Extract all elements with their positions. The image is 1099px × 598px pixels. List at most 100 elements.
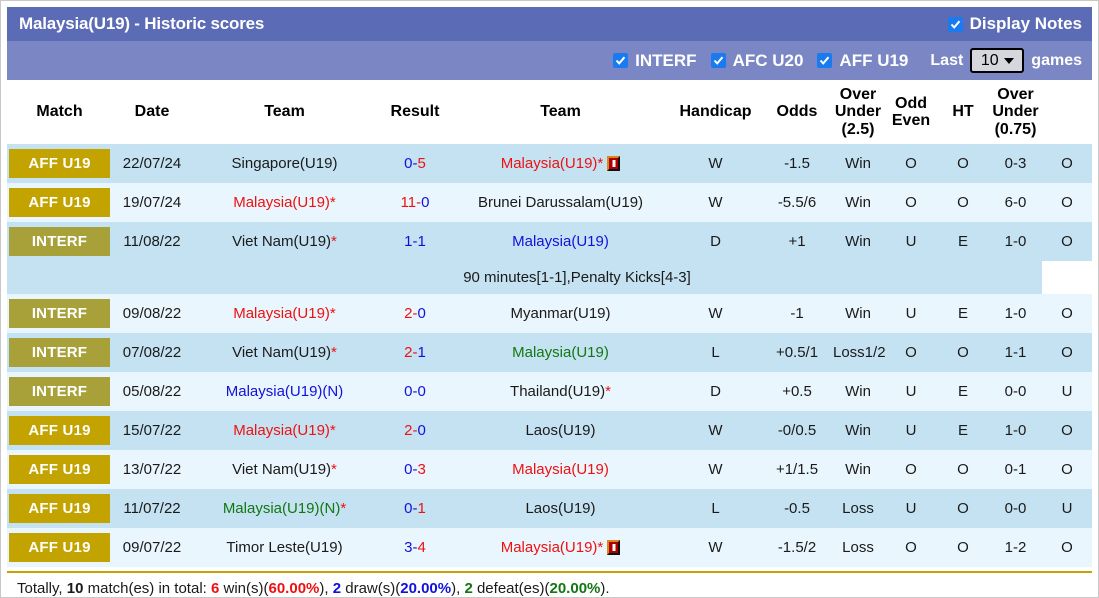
home-team-cell[interactable]: Malaysia(U19)(N) (192, 371, 377, 411)
competition-badge: AFF U19 (9, 148, 110, 178)
match-odds: Win (831, 293, 885, 333)
table-row[interactable]: INTERF 11/08/22 Viet Nam(U19)* 1-1 Malaysia(… (7, 221, 1092, 261)
home-team-cell[interactable]: Malaysia(U19)* (192, 410, 377, 450)
match-competition-cell: INTERF (7, 221, 112, 261)
match-competition-cell: AFF U19 (7, 410, 112, 450)
away-team-name: Malaysia(U19) (512, 232, 609, 250)
match-handicap: -5.5/6 (763, 182, 831, 222)
table-row[interactable]: AFF U19 09/07/22 Timor Leste(U19) 3-4 Malays… (7, 527, 1092, 567)
score-home: 0 (404, 154, 413, 172)
match-odds: Win (831, 143, 885, 183)
checkbox-icon[interactable] (817, 53, 833, 68)
col-header-handicap[interactable]: Handicap (668, 80, 763, 144)
away-team-cell[interactable]: Malaysia(U19) (453, 332, 668, 372)
games-label: games (1031, 51, 1082, 69)
home-team-name: Malaysia(U19)(N) (222, 499, 341, 517)
over-under-075: U (1042, 488, 1092, 528)
col-header-odd-even[interactable]: Odd Even (885, 80, 937, 144)
s1-prefix: Totally, (17, 579, 67, 597)
away-team-cell[interactable]: Laos(U19) (453, 488, 668, 528)
away-team-cell[interactable]: Malaysia(U19) (453, 221, 668, 261)
match-odds: Win (831, 371, 885, 411)
match-handicap: -1 (763, 293, 831, 333)
ou075-line3: (0.75) (994, 120, 1037, 138)
match-score-cell: 2-1 (377, 332, 453, 372)
match-odds: Win (831, 182, 885, 222)
match-score-cell: 11-0 (377, 182, 453, 222)
checkbox-icon[interactable] (947, 16, 963, 32)
checkbox-icon[interactable] (710, 53, 726, 68)
table-row[interactable]: AFF U19 19/07/24 Malaysia(U19)* 11-0 Brunei … (7, 182, 1092, 222)
home-star-icon: * (340, 499, 347, 517)
ou25-line2: Under (834, 103, 882, 121)
away-team-cell[interactable]: Malaysia(U19) (453, 449, 668, 489)
over-under-075: O (1042, 410, 1092, 450)
panel-header: Malaysia(U19) - Historic scores Display … (7, 7, 1092, 80)
table-row[interactable]: INTERF 07/08/22 Viet Nam(U19)* 2-1 Malaysia(… (7, 332, 1092, 372)
home-team-cell[interactable]: Timor Leste(U19) (192, 527, 377, 567)
match-note-row: 90 minutes[1-1],Penalty Kicks[4-3] (7, 260, 1092, 294)
last-games-select[interactable]: 10 (970, 48, 1025, 73)
match-date: 13/07/22 (112, 449, 192, 489)
display-notes-toggle[interactable]: Display Notes (947, 14, 1082, 34)
col-header-over-under-075[interactable]: Over Under (0.75) (989, 80, 1042, 144)
away-team-cell[interactable]: Malaysia(U19)* (453, 143, 668, 183)
away-team-cell[interactable]: Malaysia(U19)* (453, 527, 668, 567)
score-home: 11 (400, 193, 417, 211)
col-header-date[interactable]: Date (112, 80, 192, 144)
half-time-score: 1-0 (989, 410, 1042, 450)
home-team-cell[interactable]: Viet Nam(U19)* (192, 449, 377, 489)
score-away: 1 (417, 499, 426, 517)
col-header-match[interactable]: Match (7, 80, 112, 144)
filter-bar: INTERF AFC U20 AFF U19 Last 10 games (7, 41, 1092, 80)
col-header-over-under-25[interactable]: Over Under (2.5) (831, 80, 885, 144)
home-team-cell[interactable]: Malaysia(U19)* (192, 182, 377, 222)
col-header-odds[interactable]: Odds (763, 80, 831, 144)
col-header-result[interactable]: Result (377, 80, 453, 144)
match-date: 07/08/22 (112, 332, 192, 372)
home-team-cell[interactable]: Malaysia(U19)* (192, 293, 377, 333)
score-away: 5 (417, 154, 426, 172)
table-row[interactable]: INTERF 05/08/22 Malaysia(U19)(N) 0-0 Thailan… (7, 371, 1092, 411)
filter-afc-u20[interactable]: AFC U20 (710, 51, 803, 71)
match-score-cell: 0-1 (377, 488, 453, 528)
home-team-cell[interactable]: Viet Nam(U19)* (192, 332, 377, 372)
filter-interf[interactable]: INTERF (613, 51, 697, 71)
match-result-wdl: W (668, 293, 763, 333)
table-row[interactable]: INTERF 09/08/22 Malaysia(U19)* 2-0 Myanmar(U… (7, 293, 1092, 333)
match-competition-cell: AFF U19 (7, 488, 112, 528)
s1-draws-text: draw(s)( (341, 579, 401, 597)
note-badge-blank (7, 260, 112, 294)
col-header-team-home[interactable]: Team (192, 80, 377, 144)
table-row[interactable]: AFF U19 11/07/22 Malaysia(U19)(N)* 0-1 Laos(… (7, 488, 1092, 528)
table-row[interactable]: AFF U19 13/07/22 Viet Nam(U19)* 0-3 Malaysia… (7, 449, 1092, 489)
checkbox-icon[interactable] (613, 53, 629, 68)
away-team-cell[interactable]: Thailand(U19)* (453, 371, 668, 411)
home-team-cell[interactable]: Malaysia(U19)(N)* (192, 488, 377, 528)
home-team-cell[interactable]: Singapore(U19) (192, 143, 377, 183)
summary-section: Totally, 10 match(es) in total: 6 win(s)… (7, 570, 1092, 597)
table-row[interactable]: AFF U19 15/07/22 Malaysia(U19)* 2-0 Laos(U19… (7, 410, 1092, 450)
filter-aff-u19[interactable]: AFF U19 (817, 51, 908, 71)
match-result-wdl: D (668, 221, 763, 261)
away-team-cell[interactable]: Laos(U19) (453, 410, 668, 450)
away-team-name: Malaysia(U19) (500, 154, 598, 172)
match-odds: Win (831, 410, 885, 450)
home-team-cell[interactable]: Viet Nam(U19)* (192, 221, 377, 261)
filter-aff-u19-label: AFF U19 (839, 50, 909, 70)
home-star-icon: * (329, 193, 336, 211)
over-under-25: U (885, 293, 937, 333)
over-under-25: O (885, 527, 937, 567)
match-competition-cell: INTERF (7, 293, 112, 333)
away-team-cell[interactable]: Myanmar(U19) (453, 293, 668, 333)
over-under-25: U (885, 371, 937, 411)
oddeven-line1: Odd (895, 94, 927, 112)
over-under-25: O (885, 182, 937, 222)
s1-mid1: match(es) in total: (83, 579, 211, 597)
away-team-cell[interactable]: Brunei Darussalam(U19) (453, 182, 668, 222)
historic-scores-page: Malaysia(U19) - Historic scores Display … (0, 0, 1099, 598)
col-header-ht[interactable]: HT (937, 80, 989, 144)
odd-even: E (937, 221, 989, 261)
table-row[interactable]: AFF U19 22/07/24 Singapore(U19) 0-5 Malaysia… (7, 143, 1092, 183)
col-header-team-away[interactable]: Team (453, 80, 668, 144)
